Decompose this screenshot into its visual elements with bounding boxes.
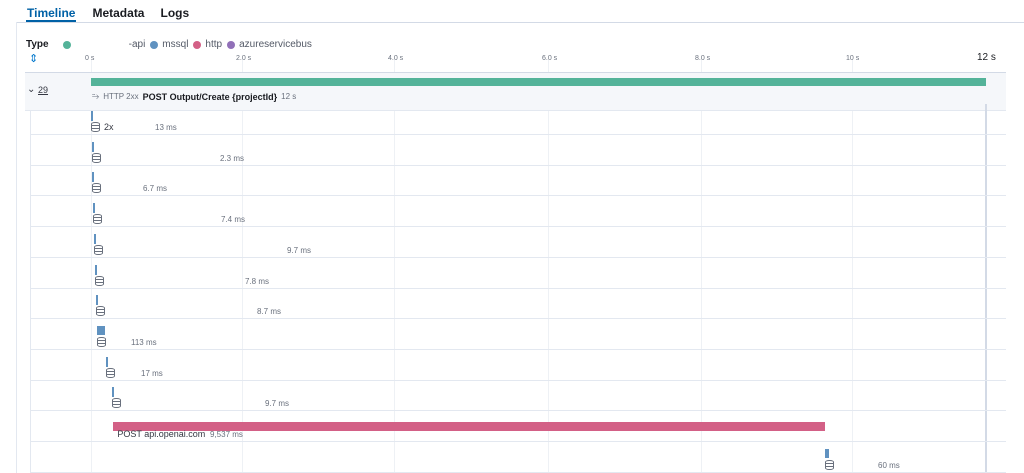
http-status-icon: ⥲: [92, 91, 100, 101]
span-label: 2x: [91, 122, 114, 132]
tab-bar: Timeline Metadata Logs: [26, 0, 205, 22]
span-duration: 60 ms: [878, 460, 900, 470]
legend-item-mssql: mssql: [150, 39, 188, 50]
span-bar[interactable]: [93, 203, 96, 214]
span-duration: 2.3 ms: [220, 153, 245, 163]
span-bar[interactable]: [92, 172, 95, 183]
span-bar[interactable]: [91, 111, 93, 121]
span-label: [96, 306, 109, 317]
tab-divider: [16, 22, 1024, 23]
span-label: [93, 214, 106, 225]
row-divider: [30, 134, 1006, 135]
panel-border: [16, 22, 17, 473]
axis-end-label: 12 s: [977, 52, 996, 63]
database-icon: [92, 183, 102, 194]
legend-dot: [227, 40, 236, 49]
span-bar[interactable]: [93, 233, 96, 244]
database-icon: [111, 398, 121, 409]
span-label: [96, 336, 110, 347]
database-icon: [93, 214, 103, 225]
database-icon: [93, 244, 103, 255]
legend-dot: [193, 40, 202, 49]
span-label: [93, 244, 107, 255]
span-duration: 9.7 ms: [265, 399, 290, 409]
tab-logs[interactable]: Logs: [160, 0, 189, 22]
row-divider: [30, 256, 1006, 258]
child-count-link[interactable]: 29: [38, 85, 48, 95]
duration: 12 s: [281, 92, 297, 101]
transaction-name: POST Output/Create {projectId}: [142, 91, 278, 102]
span-duration: 13 ms: [155, 123, 177, 132]
span-label: [91, 152, 105, 163]
database-icon: [96, 306, 106, 317]
chevron-down-icon[interactable]: ⌄: [27, 84, 35, 95]
axis-tick-label: 4.0 s: [388, 55, 404, 62]
legend-dot: [150, 40, 159, 49]
span-name: 2x: [104, 122, 114, 132]
span-label: [111, 398, 125, 409]
span-duration: 8.7 ms: [257, 307, 282, 317]
row-divider: [30, 379, 1006, 381]
span-label: POST api.openai.com: [117, 429, 205, 439]
row-divider: [30, 348, 1006, 350]
axis-tick-label: 10 s: [846, 55, 860, 62]
row-divider: [30, 318, 1006, 320]
span-bar[interactable]: [91, 141, 94, 152]
row-divider: [30, 195, 1006, 197]
span-duration: 9.7 ms: [287, 245, 312, 255]
legend-title: Type: [26, 39, 49, 50]
tab-metadata[interactable]: Metadata: [92, 0, 144, 22]
database-icon: [105, 367, 115, 378]
legend-item-api: -api: [62, 39, 146, 50]
span-label: [95, 275, 108, 286]
span-duration: 7.4 ms: [221, 215, 246, 225]
database-icon: [91, 122, 100, 132]
legend-item-azureservicebus: azureservicebus: [227, 39, 312, 50]
row-divider: [30, 287, 1006, 289]
axis-tick-label: 2.0 s: [236, 55, 252, 62]
span-duration: 9,537 ms: [210, 430, 243, 439]
span-bar[interactable]: [96, 325, 106, 335]
span-duration: 7.8 ms: [245, 276, 270, 286]
http-status: HTTP 2xx: [103, 92, 139, 101]
root-span-label: ⥲ HTTP 2xx POST Output/Create {projectId} 1…: [92, 91, 296, 102]
database-icon: [824, 459, 834, 470]
span-label: [92, 183, 105, 194]
axis-tick-label: 6.0 s: [542, 55, 558, 62]
span-bar[interactable]: [95, 264, 98, 275]
database-icon: [95, 275, 105, 286]
root-span-bar[interactable]: [91, 78, 986, 86]
span-bar[interactable]: [96, 295, 99, 306]
legend-label: mssql: [162, 39, 189, 50]
span-bar[interactable]: [111, 387, 114, 398]
legend-label: azureservicebus: [239, 39, 312, 50]
collapse-all-icon[interactable]: ⇕: [29, 54, 38, 65]
legend-item-http: http: [193, 39, 222, 50]
span-duration: 17 ms: [141, 368, 163, 378]
axis-tick-label: 0 s: [85, 55, 95, 62]
span-duration: 6.7 ms: [143, 184, 168, 194]
span-duration: 113 ms: [131, 337, 157, 347]
span-label: [824, 459, 838, 470]
span-label: [105, 367, 119, 378]
span-bar[interactable]: [105, 356, 108, 367]
span-name: POST api.openai.com: [117, 429, 206, 439]
span-bar[interactable]: [824, 448, 830, 458]
legend-dot: [62, 40, 71, 49]
legend-label: -api: [128, 39, 146, 50]
type-legend: Type -api mssql http azureservicebus: [26, 39, 317, 50]
row-divider: [30, 441, 1006, 442]
row-divider: [30, 226, 1006, 228]
row-divider: [30, 410, 1006, 412]
legend-label: http: [205, 39, 223, 50]
database-icon: [91, 152, 101, 163]
tab-timeline[interactable]: Timeline: [26, 0, 77, 22]
axis-tick-label: 8.0 s: [695, 55, 711, 62]
end-marker: [985, 104, 987, 473]
database-icon: [96, 336, 106, 347]
row-divider: [30, 164, 1006, 166]
